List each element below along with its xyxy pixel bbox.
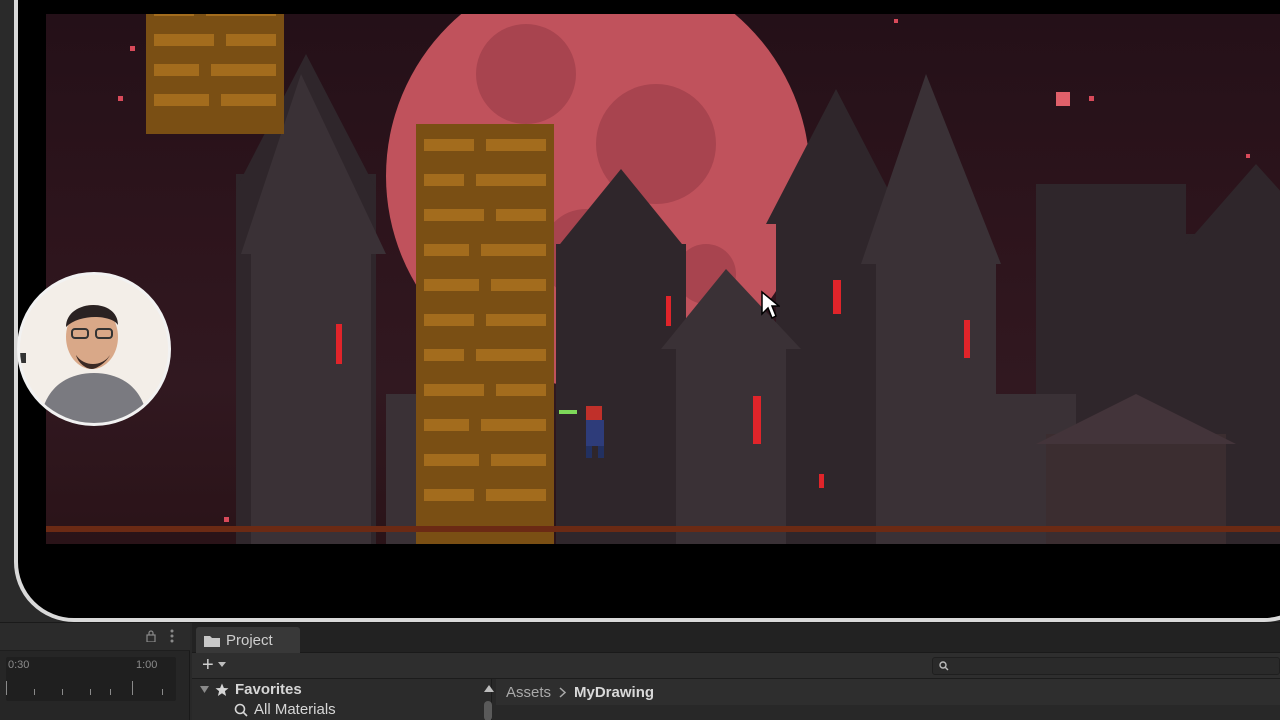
- expand-triangle-icon: [200, 685, 209, 693]
- ruler-tick: [162, 689, 163, 695]
- add-label: +: [202, 654, 214, 676]
- folder-icon: [204, 635, 220, 647]
- game-scene: [46, 14, 1280, 544]
- all-materials-label: All Materials: [254, 701, 336, 718]
- game-viewport[interactable]: [46, 14, 1280, 544]
- timeline-ruler[interactable]: 0:30 1:00: [6, 657, 176, 701]
- favorites-label: Favorites: [235, 681, 302, 698]
- breadcrumb: Assets MyDrawing: [496, 679, 1280, 705]
- add-button[interactable]: +: [202, 655, 226, 675]
- tab-project[interactable]: Project: [196, 627, 300, 653]
- editor-bottom-panels: 0:30 1:00 Project + Favorites All Materi…: [0, 622, 1280, 720]
- device-frame: [14, 0, 1280, 622]
- project-tabbar: Project: [192, 623, 1280, 653]
- search-input[interactable]: [932, 657, 1280, 675]
- timeline-header: [0, 623, 190, 651]
- ground: [46, 526, 1280, 532]
- ruler-tick: [90, 689, 91, 695]
- chevron-down-icon: [217, 662, 226, 667]
- ruler-tick: [110, 689, 111, 695]
- ruler-tick: [34, 689, 35, 695]
- breadcrumb-mydrawing[interactable]: MyDrawing: [574, 684, 654, 701]
- search-icon: [939, 661, 949, 671]
- project-panel: Project + Favorites All Materials Assets…: [192, 623, 1280, 720]
- scroll-up-icon[interactable]: [484, 685, 494, 692]
- star-icon: [215, 683, 229, 696]
- webcam-overlay: [17, 272, 171, 426]
- ruler-tick: [62, 689, 63, 695]
- tab-project-label: Project: [226, 631, 273, 649]
- timeline-panel: 0:30 1:00: [0, 623, 190, 720]
- screen: 0:30 1:00 Project + Favorites All Materi…: [0, 0, 1280, 720]
- brick-pillar-middle: [416, 124, 554, 544]
- ruler-start-label: 0:30: [8, 659, 30, 671]
- tree-item-all-materials[interactable]: All Materials: [234, 701, 336, 718]
- search-icon: [234, 703, 248, 717]
- breadcrumb-assets[interactable]: Assets: [506, 684, 551, 701]
- folder-tree: Favorites All Materials: [192, 679, 494, 720]
- mouse-cursor-icon: [761, 290, 780, 320]
- brick-pillar-left: [146, 14, 284, 134]
- scrollbar-thumb[interactable]: [484, 701, 492, 720]
- ruler-tick: [6, 681, 7, 695]
- ruler-end-label: 1:00: [136, 659, 158, 671]
- lock-icon[interactable]: [146, 629, 156, 643]
- chevron-right-icon: [559, 686, 567, 698]
- presenter-avatar: [20, 275, 168, 423]
- tree-item-favorites[interactable]: Favorites: [200, 681, 302, 698]
- ruler-tick: [132, 681, 133, 695]
- project-toolbar: +: [192, 653, 1280, 679]
- kebab-menu-icon[interactable]: [170, 629, 174, 643]
